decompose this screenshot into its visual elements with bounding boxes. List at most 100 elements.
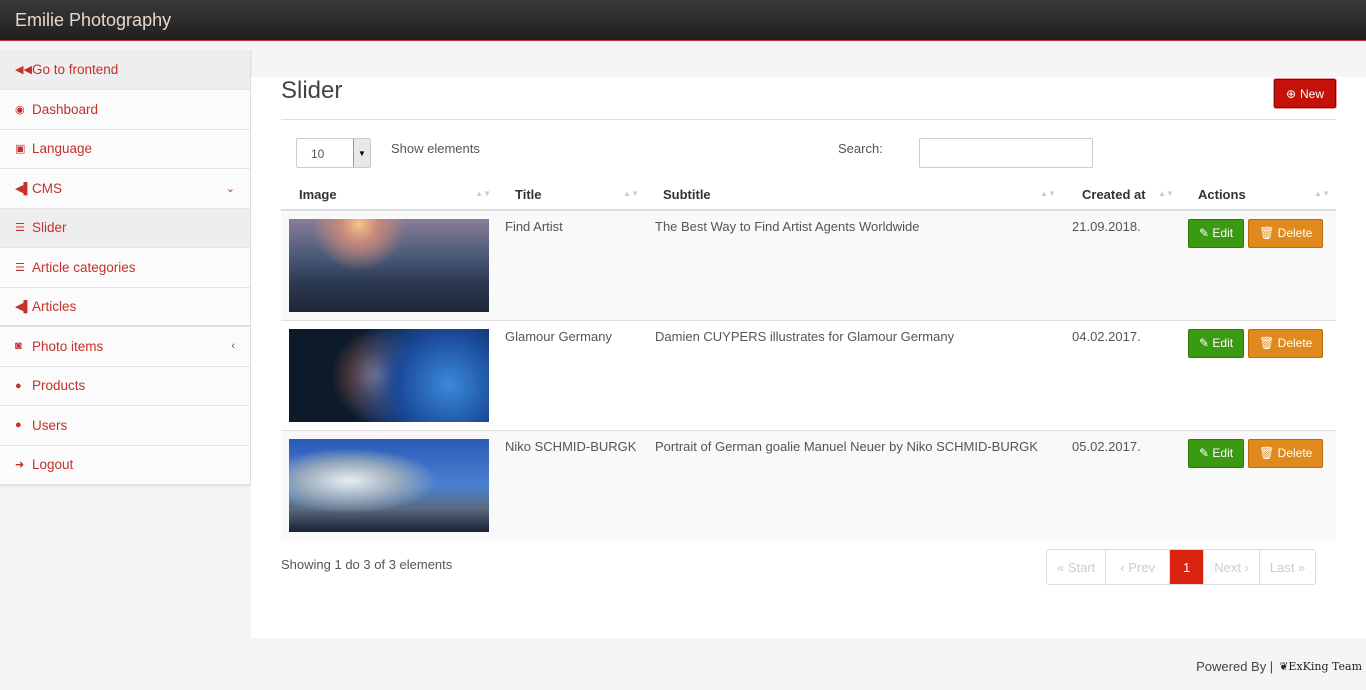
pagination-page-1[interactable]: 1	[1169, 550, 1205, 584]
plus-circle-icon: ⊕	[1285, 86, 1297, 101]
title-cell: Niko SCHMID-BURGK	[497, 430, 645, 541]
user-icon: ●	[15, 419, 22, 432]
subtitle-cell: Portrait of German goalie Manuel Neuer b…	[645, 430, 1062, 541]
subtitle-cell: Damien CUYPERS illustrates for Glamour G…	[645, 320, 1062, 431]
sign-out-icon: ➜	[15, 459, 25, 472]
sort-icon: ▲▼	[1158, 189, 1174, 198]
sidebar: ◀◀ Go to frontend ◉ Dashboard ▣ Language ◀▌…	[0, 50, 251, 485]
sidebar-item-label: Logout	[32, 457, 74, 473]
page-title: Slider	[281, 77, 343, 104]
page-size-value: 10	[311, 147, 325, 161]
slide-image	[289, 219, 489, 312]
sidebar-item-label: Article categories	[32, 259, 136, 275]
slide-image	[289, 439, 489, 532]
subtitle-cell: The Best Way to Find Artist Agents World…	[645, 209, 1062, 321]
sidebar-item-users[interactable]: ● Users	[0, 406, 250, 446]
pagination-prev[interactable]: ‹ Prev	[1106, 550, 1170, 584]
sidebar-item-slider[interactable]: ☰ Slider	[0, 208, 250, 248]
title-cell: Glamour Germany	[497, 320, 645, 431]
sidebar-item-label: Users	[32, 417, 68, 433]
table-row: Niko SCHMID-BURGK Portrait of German goa…	[281, 430, 1336, 541]
search-label: Search:	[838, 141, 883, 156]
slider-table: Image ▲▼ Title ▲▼ Subtitle ▲▼ Created at ▲▼ …	[281, 180, 1336, 541]
table-row: Find Artist The Best Way to Find Artist …	[281, 209, 1336, 321]
pagination: « Start ‹ Prev 1 Next › Last »	[1046, 549, 1317, 585]
header-label: Actions	[1198, 187, 1246, 202]
sidebar-item-go-to-frontend[interactable]: ◀◀ Go to frontend	[0, 50, 250, 90]
delete-label: Delete	[1277, 446, 1313, 460]
caret-down-icon: ▼	[353, 139, 370, 167]
sidebar-item-label: CMS	[32, 180, 62, 196]
header-label: Created at	[1082, 187, 1146, 202]
slide-image	[289, 329, 489, 422]
delete-label: Delete	[1277, 226, 1313, 240]
column-header-subtitle[interactable]: Subtitle ▲▼	[645, 180, 1062, 211]
sidebar-item-logout[interactable]: ➜ Logout	[0, 445, 250, 485]
bullhorn-icon: ◀▌	[15, 300, 32, 313]
pagination-next[interactable]: Next ›	[1204, 550, 1260, 584]
brand-label: ExKing Team	[1288, 660, 1362, 673]
main-panel: Slider ⊕ New 10 ▼ Show elements Search: Im…	[251, 77, 1366, 638]
column-header-created-at[interactable]: Created at ▲▼	[1062, 180, 1180, 211]
sidebar-item-article-categories[interactable]: ☰ Article categories	[0, 248, 250, 288]
table-row: Glamour Germany Damien CUYPERS illustrat…	[281, 320, 1336, 431]
pagination-info: Showing 1 do 3 of 3 elements	[281, 557, 453, 572]
sidebar-item-dashboard[interactable]: ◉ Dashboard	[0, 90, 250, 130]
list-icon: ☰	[15, 261, 25, 274]
dashboard-icon: ◉	[15, 103, 25, 116]
sidebar-item-label: Products	[32, 378, 86, 394]
delete-label: Delete	[1277, 336, 1313, 350]
sidebar-item-language[interactable]: ▣ Language	[0, 129, 250, 169]
new-label: New	[1300, 86, 1325, 101]
exking-logo[interactable]: ❦ExKing Team	[1279, 660, 1362, 673]
created-cell: 05.02.2017.	[1062, 430, 1180, 541]
delete-button[interactable]: 🗑 Delete	[1248, 219, 1324, 248]
edit-label: Edit	[1212, 446, 1234, 460]
sort-icon: ▲▼	[475, 189, 491, 198]
sidebar-item-label: Dashboard	[32, 101, 99, 117]
sort-icon: ▲▼	[623, 189, 639, 198]
camera-icon: ◙	[15, 340, 22, 353]
created-cell: 21.09.2018.	[1062, 209, 1180, 321]
column-header-title[interactable]: Title ▲▼	[497, 180, 645, 211]
edit-button[interactable]: ✎ Edit	[1188, 219, 1245, 248]
column-header-image[interactable]: Image ▲▼	[281, 180, 497, 211]
created-cell: 04.02.2017.	[1062, 320, 1180, 431]
sidebar-item-photo-items[interactable]: ◙ Photo items ‹	[0, 327, 250, 367]
sidebar-item-articles[interactable]: ◀▌ Articles	[0, 287, 250, 327]
title-cell: Find Artist	[497, 209, 645, 321]
edit-button[interactable]: ✎ Edit	[1188, 329, 1245, 358]
app-title[interactable]: Emilie Photography	[15, 10, 171, 31]
sort-icon: ▲▼	[1040, 189, 1056, 198]
search-input[interactable]	[919, 138, 1093, 168]
pagination-start[interactable]: « Start	[1047, 550, 1107, 584]
footer: Powered By | ❦ExKing Team	[1196, 659, 1362, 674]
user-icon: ●	[15, 379, 22, 392]
sidebar-item-cms[interactable]: ◀▌ CMS ⌄	[0, 169, 250, 209]
edit-button[interactable]: ✎ Edit	[1188, 439, 1245, 468]
delete-button[interactable]: 🗑 Delete	[1248, 439, 1324, 468]
sidebar-item-label: Language	[32, 141, 93, 157]
delete-button[interactable]: 🗑 Delete	[1248, 329, 1324, 358]
page-size-select[interactable]: 10 ▼	[296, 138, 371, 168]
sidebar-item-products[interactable]: ● Products	[0, 366, 250, 406]
sidebar-item-label: Photo items	[32, 338, 104, 354]
sidebar-item-label: Go to frontend	[32, 62, 119, 77]
header-label: Title	[515, 187, 542, 202]
chevron-down-icon: ⌄	[225, 182, 235, 195]
chevron-left-icon: ‹	[231, 340, 235, 353]
top-bar: Emilie Photography	[0, 0, 1366, 41]
new-button[interactable]: ⊕ New	[1274, 79, 1336, 108]
list-icon: ☰	[15, 222, 25, 235]
pagination-last[interactable]: Last »	[1260, 550, 1315, 584]
language-icon: ▣	[15, 143, 26, 156]
powered-by-label: Powered By |	[1196, 659, 1274, 674]
edit-label: Edit	[1212, 226, 1234, 240]
sidebar-item-label: Slider	[32, 220, 67, 236]
header-label: Image	[299, 187, 337, 202]
show-elements-label: Show elements	[391, 141, 480, 156]
sidebar-item-label: Articles	[32, 298, 77, 314]
edit-label: Edit	[1212, 336, 1234, 350]
backward-icon: ◀◀	[15, 64, 32, 76]
column-header-actions[interactable]: Actions ▲▼	[1180, 180, 1336, 211]
